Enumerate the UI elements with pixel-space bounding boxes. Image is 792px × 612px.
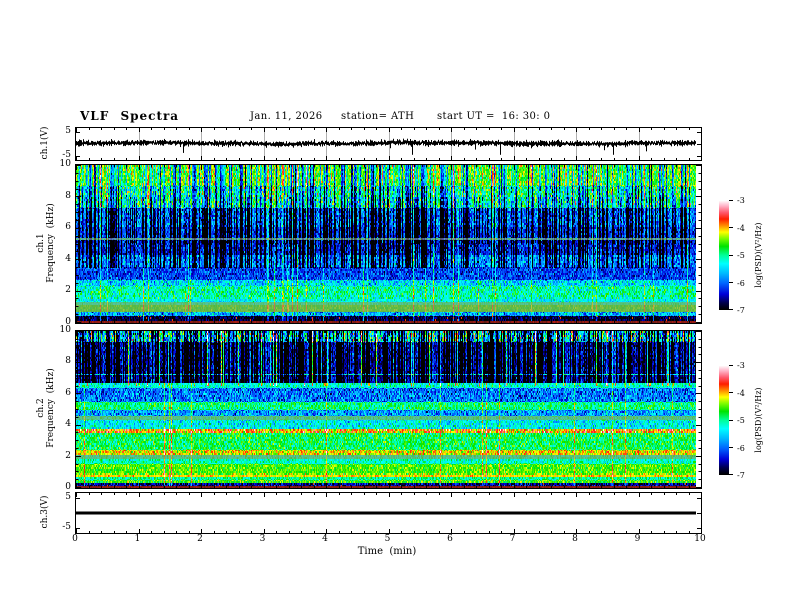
x-tick-label: 2 [197,534,203,544]
colorbar-ch1 [719,200,735,310]
ch1-spectrogram-panel [75,164,702,324]
colorbar1-tick-label: -3 [737,196,745,205]
colorbar2-tick-label: -6 [737,443,745,453]
x-tick-label: 9 [634,534,641,544]
y-tick-label-spec1: 0 [65,317,71,327]
ch2-frequency-axis-label: ch.2 Frequency (kHz) [36,368,56,448]
x-tick-label: 6 [447,534,453,544]
x-tick-label: 0 [72,534,78,544]
y-tick-label-spec2: 8 [65,356,71,367]
time-axis-label: Time (min) [357,546,417,557]
y-tick-label-ch3: -5 [62,522,71,532]
colorbar1-tick-label: -7 [737,306,745,315]
colorbar-ch2 [719,365,735,475]
colorbar2-tick-label: -3 [737,361,745,370]
x-tick-label: 4 [322,534,328,544]
ch2-spectrogram-panel [75,330,702,489]
start-time-label: start UT = 16: 30: 0 [437,111,551,122]
x-tick-label: 10 [694,534,706,544]
colorbar2-tick-label: -7 [737,471,745,480]
ch1-frequency-axis-label: ch.1 Frequency (kHz) [36,203,56,283]
y-tick-label-wave: 5 [65,126,71,136]
colorbar1-tick-label: -5 [737,251,745,260]
ch1-waveform-panel [75,127,702,161]
colorbar1-tick-label: -4 [737,223,745,233]
x-tick-label: 3 [259,534,266,544]
station-label: station= ATH [341,111,415,122]
y-tick-label-spec1: 2 [65,285,71,296]
figure-title: VLF Spectra [80,109,180,123]
x-tick-label: 1 [134,534,141,544]
y-tick-label-spec1: 8 [65,190,71,201]
y-tick-label-spec1: 4 [65,253,71,264]
x-tick-label: 7 [509,534,516,544]
y-tick-label-spec2: 4 [65,419,71,430]
colorbar1-tick-label: -6 [737,278,745,288]
y-tick-label-wave: -5 [62,150,71,160]
y-tick-label-spec2: 2 [65,450,71,461]
x-tick-label: 5 [384,534,391,544]
y-tick-label-ch3: 5 [65,492,71,502]
vlf-spectra-figure: VLF Spectra Jan. 11, 2026 station= ATH s… [0,0,792,612]
date-label: Jan. 11, 2026 [250,111,323,122]
ch3-waveform-panel [75,492,702,534]
colorbar2-tick-label: -4 [737,388,745,398]
colorbar2-tick-label: -5 [737,416,745,425]
x-tick-label: 8 [572,534,578,544]
y-tick-label-spec1: 6 [65,222,71,233]
y-tick-label-spec2: 6 [65,387,71,398]
